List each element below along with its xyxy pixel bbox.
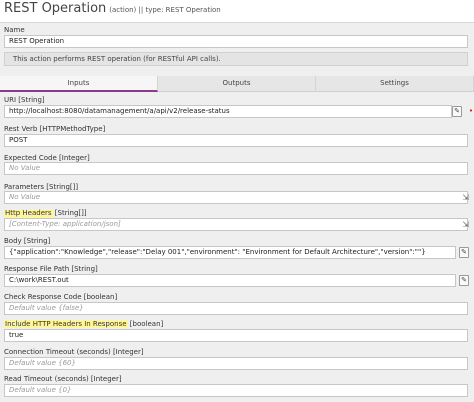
parameters-label: Parameters [String[]]	[4, 183, 79, 191]
http-headers-highlight: Http Headers	[4, 209, 53, 217]
expected-code-label: Expected Code [Integer]	[4, 154, 90, 162]
body-edit-button[interactable]: ✎	[459, 247, 469, 258]
include-headers-type: [boolean]	[127, 320, 164, 328]
http-headers-expand-icon[interactable]: ⇲	[462, 220, 469, 229]
include-headers-highlight: Include HTTP Headers In Response	[4, 320, 128, 328]
read-timeout-input[interactable]: Default value {0}	[4, 384, 468, 397]
parameters-input[interactable]: No Value	[4, 191, 468, 204]
tab-settings[interactable]: Settings	[316, 76, 474, 92]
response-file-edit-button[interactable]: ✎	[459, 275, 469, 286]
page-type-meta: (action) || type: REST Operation	[109, 6, 221, 14]
verb-select[interactable]: POST	[4, 134, 468, 147]
http-headers-type: [String[]]	[52, 209, 87, 217]
response-file-label: Response File Path [String]	[4, 265, 98, 273]
check-response-select[interactable]: Default value {false}	[4, 302, 468, 315]
edit-icon: ✎	[454, 107, 460, 115]
check-response-label: Check Response Code [boolean]	[4, 293, 118, 301]
uri-label: URI [String]	[4, 96, 45, 104]
name-label: Name	[4, 26, 25, 34]
read-timeout-label: Read Timeout (seconds) [Integer]	[4, 375, 122, 383]
uri-input[interactable]: http://localhost:8080/datamanagement/a/a…	[4, 105, 452, 118]
body-label: Body [String]	[4, 237, 51, 245]
expected-code-input[interactable]: No Value	[4, 162, 468, 175]
tab-bar: Inputs Outputs Settings	[0, 76, 474, 92]
parameters-expand-icon[interactable]: ⇲	[462, 193, 469, 202]
page-title: REST Operation	[4, 1, 107, 16]
uri-edit-button[interactable]: ✎	[452, 106, 462, 117]
response-file-input[interactable]: C:\work\REST.out	[4, 274, 456, 287]
description-box: This action performs REST operation (for…	[4, 52, 468, 66]
http-headers-label: Http Headers [String[]]	[4, 209, 87, 217]
required-icon: •	[468, 107, 473, 115]
connection-timeout-label: Connection Timeout (seconds) [Integer]	[4, 348, 144, 356]
page-header: REST Operation (action) || type: REST Op…	[0, 0, 474, 22]
verb-label: Rest Verb [HTTPMethodType]	[4, 125, 106, 133]
edit-icon: ✎	[461, 248, 467, 256]
name-input[interactable]: REST Operation	[4, 35, 468, 48]
include-headers-select[interactable]: true	[4, 329, 468, 342]
connection-timeout-input[interactable]: Default value {60}	[4, 357, 468, 370]
http-headers-input[interactable]: [Content-Type: application/json]	[4, 218, 468, 231]
tab-inputs[interactable]: Inputs	[0, 76, 158, 92]
include-headers-label: Include HTTP Headers In Response [boolea…	[4, 320, 163, 328]
edit-icon: ✎	[461, 276, 467, 284]
properties-panel: Name REST Operation This action performs…	[0, 22, 474, 402]
tab-outputs[interactable]: Outputs	[158, 76, 316, 92]
body-input[interactable]: {"application":"Knowledge","release":"De…	[4, 246, 456, 259]
